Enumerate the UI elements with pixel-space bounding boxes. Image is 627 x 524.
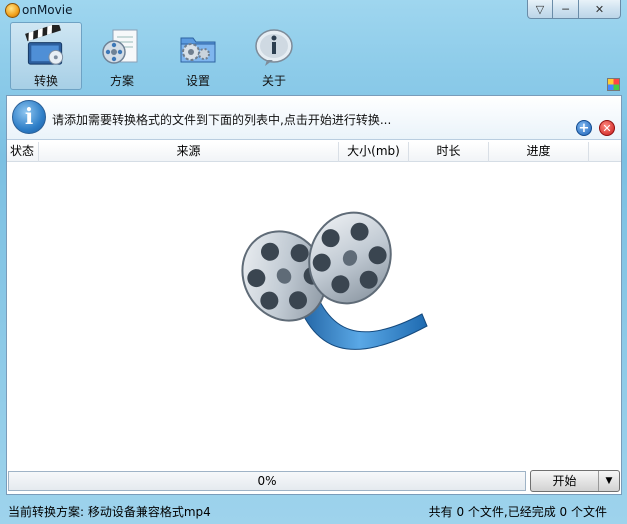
column-header-size[interactable]: 大小(mb) xyxy=(339,142,409,162)
info-bar: i 请添加需要转换格式的文件到下面的列表中,点击开始进行转换... + ✕ xyxy=(7,96,621,140)
window-controls: ▽ ─ ✕ xyxy=(527,0,621,19)
main-toolbar: 转换 方案 设置 关于 xyxy=(10,22,310,90)
film-reel-document-icon xyxy=(102,29,138,64)
tool-about[interactable]: 关于 xyxy=(238,22,310,90)
tool-profile[interactable]: 方案 xyxy=(86,22,158,90)
tool-profile-label: 方案 xyxy=(109,74,134,88)
start-split-button: 开始 ▼ xyxy=(530,470,620,492)
window-title: onMovie xyxy=(22,3,73,17)
close-button[interactable]: ✕ xyxy=(579,0,621,19)
info-circle-icon: i xyxy=(12,100,46,134)
info-message: 请添加需要转换格式的文件到下面的列表中,点击开始进行转换... xyxy=(52,113,392,127)
start-button[interactable]: 开始 xyxy=(531,471,599,491)
file-count-status: 共有 0 个文件,已经完成 0 个文件 xyxy=(428,505,607,519)
column-header-source[interactable]: 来源 xyxy=(39,142,339,162)
window-menu-button[interactable]: ▽ xyxy=(527,0,553,19)
tool-about-label: 关于 xyxy=(261,74,286,88)
skin-palette-icon[interactable] xyxy=(607,78,620,91)
column-header-status[interactable]: 状态 xyxy=(7,142,39,162)
column-header-duration[interactable]: 时长 xyxy=(409,142,489,162)
current-profile-status: 当前转换方案: 移动设备兼容格式mp4 xyxy=(8,505,211,519)
clapperboard-icon xyxy=(25,25,64,65)
file-list-header: 状态 来源 大小(mb) 时长 进度 xyxy=(7,142,621,162)
main-panel: i 请添加需要转换格式的文件到下面的列表中,点击开始进行转换... + ✕ 状态… xyxy=(6,95,622,495)
app-logo-icon xyxy=(5,3,20,18)
column-header-progress[interactable]: 进度 xyxy=(489,142,589,162)
tool-settings-label: 设置 xyxy=(185,74,210,88)
tool-convert-label: 转换 xyxy=(33,74,58,88)
tool-convert[interactable]: 转换 xyxy=(10,22,82,90)
add-file-button[interactable]: + xyxy=(576,120,592,136)
title-bar: onMovie ▽ ─ ✕ xyxy=(0,0,627,22)
start-dropdown-arrow-icon[interactable]: ▼ xyxy=(599,471,619,491)
remove-file-button[interactable]: ✕ xyxy=(599,120,615,136)
overall-progress-bar: 0% xyxy=(8,471,526,491)
folder-settings-icon xyxy=(180,37,216,63)
progress-text: 0% xyxy=(257,474,277,488)
film-reels-logo-icon xyxy=(241,211,428,350)
tool-settings[interactable]: 设置 xyxy=(162,22,234,90)
info-icon xyxy=(255,29,293,66)
minimize-button[interactable]: ─ xyxy=(553,0,579,19)
status-bar: 当前转换方案: 移动设备兼容格式mp4 共有 0 个文件,已经完成 0 个文件 xyxy=(0,500,627,524)
